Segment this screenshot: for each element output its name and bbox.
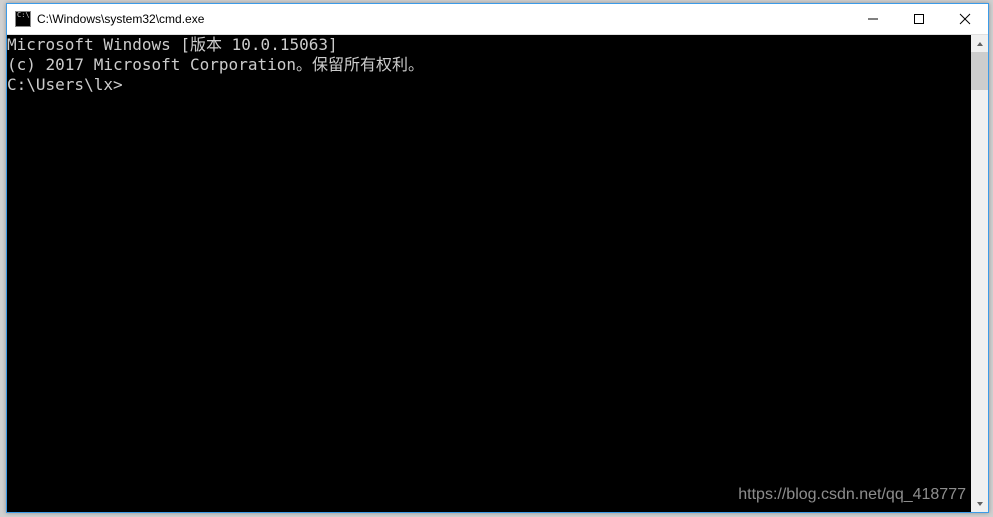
chevron-up-icon xyxy=(976,40,984,48)
scroll-down-button[interactable] xyxy=(971,495,988,512)
minimize-icon xyxy=(868,14,878,24)
close-button[interactable] xyxy=(942,4,988,34)
title-bar[interactable]: C:\Windows\system32\cmd.exe xyxy=(7,4,988,35)
maximize-button[interactable] xyxy=(896,4,942,34)
console-line: Microsoft Windows [版本 10.0.15063] xyxy=(7,35,971,55)
window-controls xyxy=(850,4,988,34)
console-output[interactable]: Microsoft Windows [版本 10.0.15063](c) 201… xyxy=(7,35,971,512)
vertical-scrollbar[interactable] xyxy=(971,35,988,512)
maximize-icon xyxy=(914,14,924,24)
close-icon xyxy=(959,13,971,25)
window-title: C:\Windows\system32\cmd.exe xyxy=(37,12,850,26)
console-line: (c) 2017 Microsoft Corporation。保留所有权利。 xyxy=(7,55,971,75)
minimize-button[interactable] xyxy=(850,4,896,34)
chevron-down-icon xyxy=(976,500,984,508)
scroll-thumb[interactable] xyxy=(971,52,988,90)
cmd-icon xyxy=(15,11,31,27)
cmd-window: C:\Windows\system32\cmd.exe Microsoft Wi… xyxy=(6,3,989,513)
console-prompt: C:\Users\lx> xyxy=(7,75,971,95)
scroll-track[interactable] xyxy=(971,52,988,495)
scroll-up-button[interactable] xyxy=(971,35,988,52)
client-area: Microsoft Windows [版本 10.0.15063](c) 201… xyxy=(7,35,988,512)
